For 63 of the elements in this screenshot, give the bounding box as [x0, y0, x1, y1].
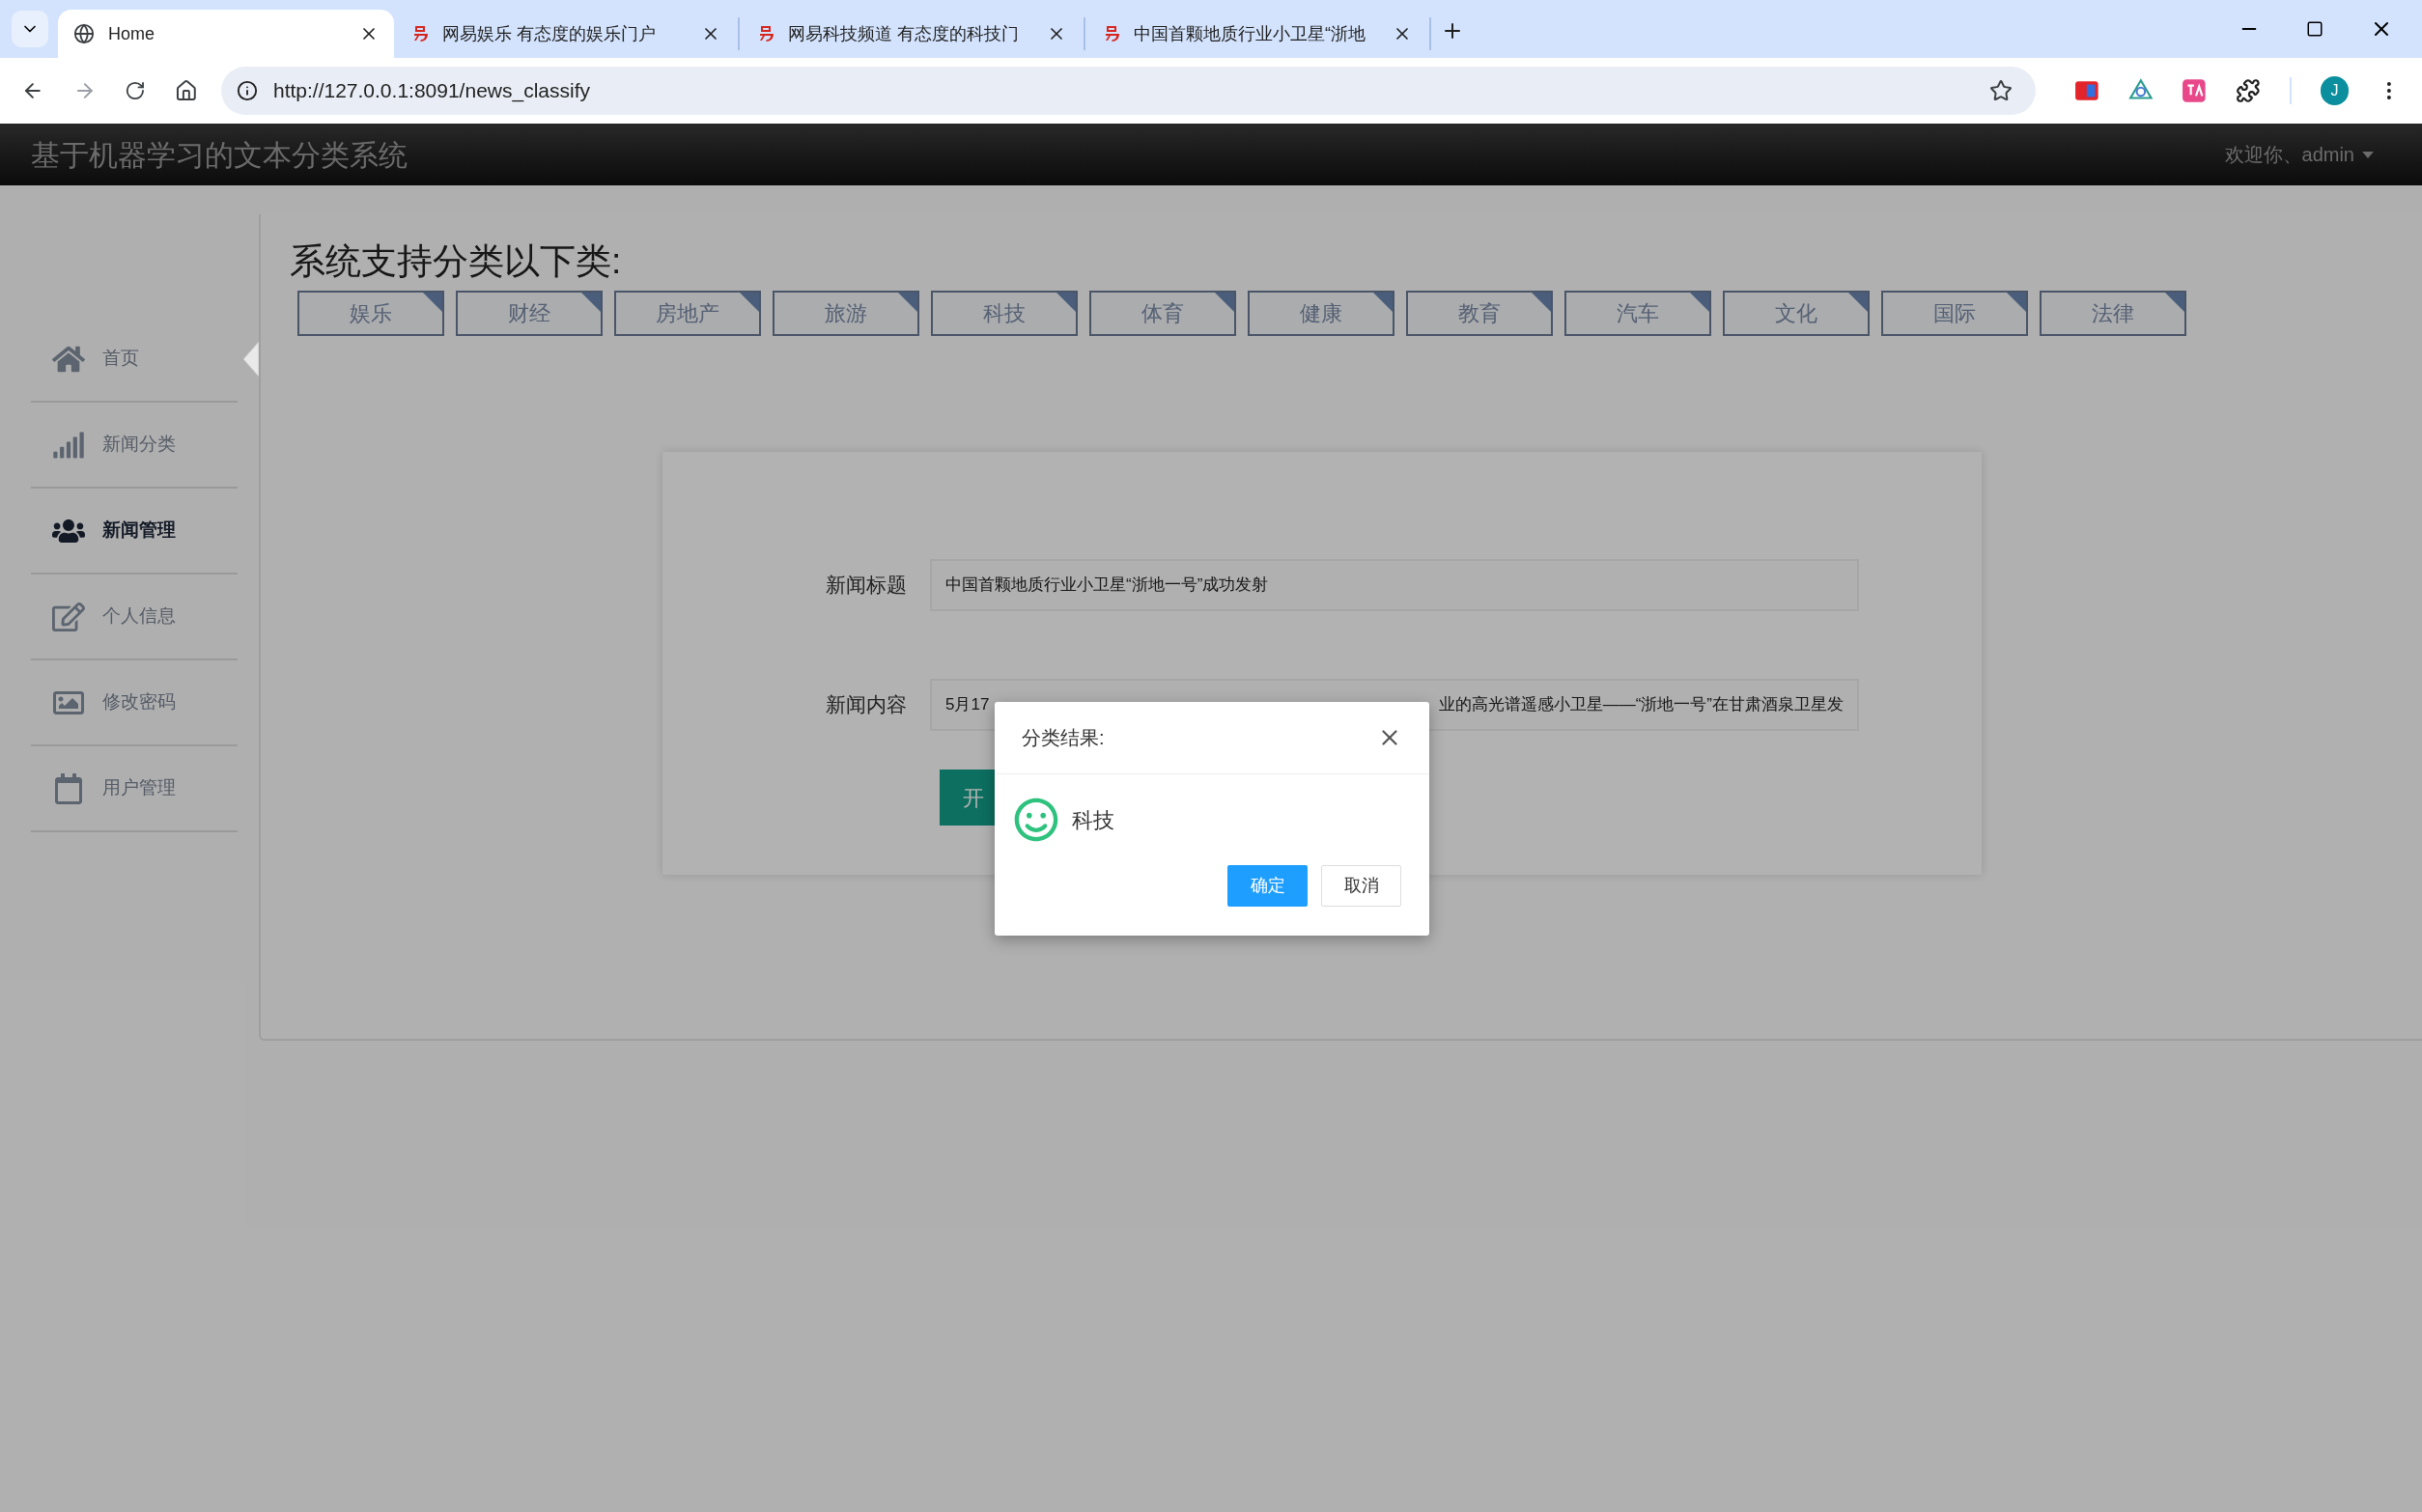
corner-triangle-icon [1056, 293, 1076, 312]
browser-tab[interactable]: Home [58, 10, 394, 58]
category-tag: 健康 [1248, 291, 1394, 336]
caret-icon [2362, 151, 2374, 158]
tab-title: 网易科技频道 有态度的科技门 [788, 22, 1019, 45]
category-tag: 房地产 [614, 291, 761, 336]
category-tag: 国际 [1881, 291, 2028, 336]
url-text: http://127.0.0.1:8091/news_classify [272, 78, 591, 104]
tab-title: Home [108, 22, 155, 45]
globe-icon [73, 23, 95, 44]
tab-title: 网易娱乐 有态度的娱乐门户 [442, 22, 656, 45]
app-title: 基于机器学习的文本分类系统 [31, 137, 408, 173]
signal-bars-icon [52, 429, 85, 461]
smiley-icon [1014, 798, 1058, 842]
content-text: 5月17 [945, 694, 990, 716]
category-tag: 汽车 [1564, 291, 1711, 336]
dialog-title: 分类结果: [1022, 726, 1105, 750]
corner-triangle-icon [2007, 293, 2026, 312]
corner-triangle-icon [1848, 293, 1868, 312]
category-tag: 科技 [931, 291, 1078, 336]
category-tag: 旅游 [773, 291, 919, 336]
title-input[interactable]: 中国首颗地质行业小卫星“浙地一号”成功发射 [930, 559, 1859, 611]
category-tag: 法律 [2040, 291, 2186, 336]
category-tag: 财经 [456, 291, 603, 336]
category-tag: 体育 [1089, 291, 1236, 336]
category-tag: 娱乐 [297, 291, 444, 336]
section-heading: 系统支持分类以下类: [290, 243, 623, 279]
site-logo-icon [1103, 24, 1122, 43]
calendar-icon [52, 772, 85, 804]
corner-triangle-icon [1532, 293, 1551, 312]
field-label: 新闻内容 [826, 692, 908, 718]
result-text: 科技 [1072, 806, 1114, 834]
corner-triangle-icon [740, 293, 759, 312]
corner-triangle-icon [1690, 293, 1709, 312]
tab-title: 中国首颗地质行业小卫星“浙地 [1134, 22, 1366, 45]
corner-triangle-icon [1373, 293, 1393, 312]
reload-icon[interactable] [125, 80, 147, 101]
field-label: 新闻标题 [826, 573, 908, 599]
corner-triangle-icon [2165, 293, 2184, 312]
translate-icon[interactable] [2182, 78, 2207, 103]
browser-tab[interactable]: 网易娱乐 有态度的娱乐门户 [394, 17, 740, 50]
corner-triangle-icon [898, 293, 917, 312]
edit-icon [52, 601, 85, 632]
site-logo-icon [411, 24, 431, 43]
category-tag: 文化 [1723, 291, 1870, 336]
site-logo-icon [757, 24, 776, 43]
star-icon[interactable] [1988, 79, 2013, 102]
extension-icon[interactable] [2073, 78, 2099, 103]
corner-triangle-icon [423, 293, 442, 312]
category-tag: 教育 [1406, 291, 1553, 336]
extensions-icon[interactable] [2235, 78, 2261, 103]
sidebar-item[interactable]: 新闻管理 [31, 489, 238, 574]
info-icon[interactable] [236, 80, 258, 101]
address-field[interactable]: http://127.0.0.1:8091/news_classify [220, 67, 2036, 115]
cancel-button[interactable]: 取消 [1321, 865, 1401, 907]
home-icon[interactable] [175, 79, 198, 102]
browser-tab[interactable]: 网易科技频道 有态度的科技门 [740, 17, 1085, 50]
browser-tab[interactable]: 中国首颗地质行业小卫星“浙地 [1085, 17, 1431, 50]
corner-triangle-icon [581, 293, 601, 312]
corner-triangle-icon [1215, 293, 1234, 312]
profile-avatar[interactable]: J [2320, 76, 2350, 105]
content-text: 业的高光谱遥感小卫星——“浙地一号”在甘肃酒泉卫星发 [1438, 694, 1844, 716]
maximize-icon[interactable] [2306, 20, 2323, 38]
